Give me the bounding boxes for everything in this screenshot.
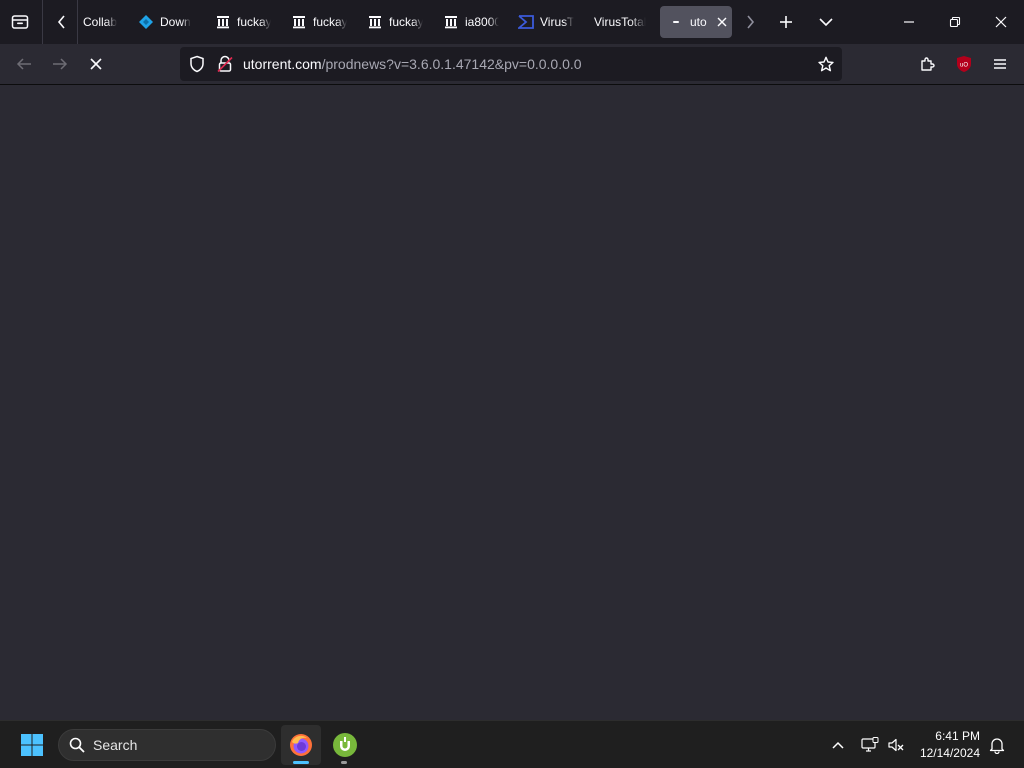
network-monitor-icon [861,737,879,752]
chevron-down-icon [819,18,833,27]
archive-temple-icon [215,14,231,30]
bookmark-star-button[interactable] [812,47,840,81]
close-window-button[interactable] [978,0,1024,44]
taskbar-search-box[interactable]: Search [58,729,276,761]
archive-temple-icon [443,14,459,30]
forward-button[interactable] [44,48,76,80]
minimize-icon [904,21,914,23]
url-path: /prodnews?v=3.6.0.1.47142&pv=0.0.0.0.0 [321,56,582,72]
tab-2[interactable]: fuckay [207,6,271,38]
arrow-right-icon [53,58,68,70]
volume-button[interactable] [884,731,908,759]
puzzle-icon [921,57,935,71]
bell-icon [989,738,1005,754]
search-icon [69,737,85,753]
loading-dots-icon [668,14,684,30]
show-hidden-icons-button[interactable] [826,731,850,759]
site-info-button[interactable] [211,47,239,81]
tab-label: uto [690,15,707,29]
ublock-origin-icon: uO [957,56,971,72]
arrow-left-icon [16,58,31,70]
restore-icon [949,16,961,28]
notifications-button[interactable] [984,731,1010,759]
firefox-view-icon [11,15,29,29]
tab-label: fuckay [389,15,423,29]
tab-label: fuckay [313,15,347,29]
tab-label: ia8000 [465,15,499,29]
tab-label: VirusT [540,15,574,29]
tab-active-utorrent[interactable]: uto [660,6,732,38]
speaker-muted-icon [888,738,904,752]
taskbar-clock[interactable]: 6:41 PM 12/14/2024 [920,728,980,762]
tab-7[interactable]: VirusTotal [586,6,648,38]
tab-6[interactable]: VirusT [510,6,574,38]
search-label: Search [93,737,138,753]
taskbar-app-firefox[interactable] [281,725,321,765]
close-icon [717,17,727,27]
tab-label: Down [160,15,191,29]
extensions-button[interactable] [912,48,944,80]
hamburger-menu-icon [994,59,1006,69]
back-button[interactable] [8,48,40,80]
tab-4[interactable]: fuckay [359,6,423,38]
ublock-origin-extension-button[interactable]: uO [948,48,980,80]
stop-loading-button[interactable] [80,48,112,80]
download-diamond-icon [138,14,154,30]
lock-broken-icon [217,55,233,73]
url-bar[interactable]: utorrent.com/prodnews?v=3.6.0.1.47142&pv… [180,47,842,81]
minimize-button[interactable] [886,0,932,44]
firefox-view-button[interactable] [4,6,36,38]
star-icon [818,56,834,72]
tab-1[interactable]: Down [130,6,194,38]
utorrent-icon [333,733,357,757]
tab-0[interactable]: Collab [75,6,121,38]
svg-text:uO: uO [960,63,968,69]
url-domain: utorrent.com [243,56,322,72]
close-icon [90,58,102,70]
tab-label: fuckay [237,15,271,29]
restore-button[interactable] [932,0,978,44]
tab-3[interactable]: fuckay [283,6,347,38]
archive-temple-icon [291,14,307,30]
chevron-right-icon [747,15,755,29]
close-tab-button[interactable] [714,14,730,30]
new-tab-button[interactable] [770,6,802,38]
scroll-tabs-left-button[interactable] [46,6,78,38]
tab-5[interactable]: ia8000 [435,6,499,38]
navigation-toolbar: utorrent.com/prodnews?v=3.6.0.1.47142&pv… [0,44,1024,85]
firefox-icon [290,734,312,756]
plus-icon [780,16,792,28]
chevron-up-icon [832,741,844,749]
close-icon [995,16,1007,28]
taskbar-app-utorrent[interactable] [325,725,365,765]
page-content-area [0,85,1024,720]
firefox-active-indicator [293,761,309,764]
url-text[interactable]: utorrent.com/prodnews?v=3.6.0.1.47142&pv… [243,56,582,72]
start-button[interactable] [12,727,52,763]
tab-strip: Collab Down fuckay fuckay fuckay ia8000 … [0,0,1024,44]
windows-taskbar: Search 6:41 PM 12/14/2024 [0,720,1024,768]
utorrent-running-indicator [341,761,347,764]
chevron-left-icon [57,15,65,29]
tracking-protection-button[interactable] [183,47,211,81]
clock-time: 6:41 PM [935,729,980,743]
virustotal-icon [518,14,534,30]
list-all-tabs-button[interactable] [810,6,842,38]
tab-label: VirusTotal [594,15,647,29]
scroll-tabs-right-button[interactable] [734,6,766,38]
shield-icon [190,55,204,73]
network-status-button[interactable] [858,731,882,759]
app-menu-button[interactable] [984,48,1016,80]
tab-label: Collab [83,15,118,29]
archive-temple-icon [367,14,383,30]
windows-logo-icon [21,734,43,756]
clock-date: 12/14/2024 [919,746,980,760]
